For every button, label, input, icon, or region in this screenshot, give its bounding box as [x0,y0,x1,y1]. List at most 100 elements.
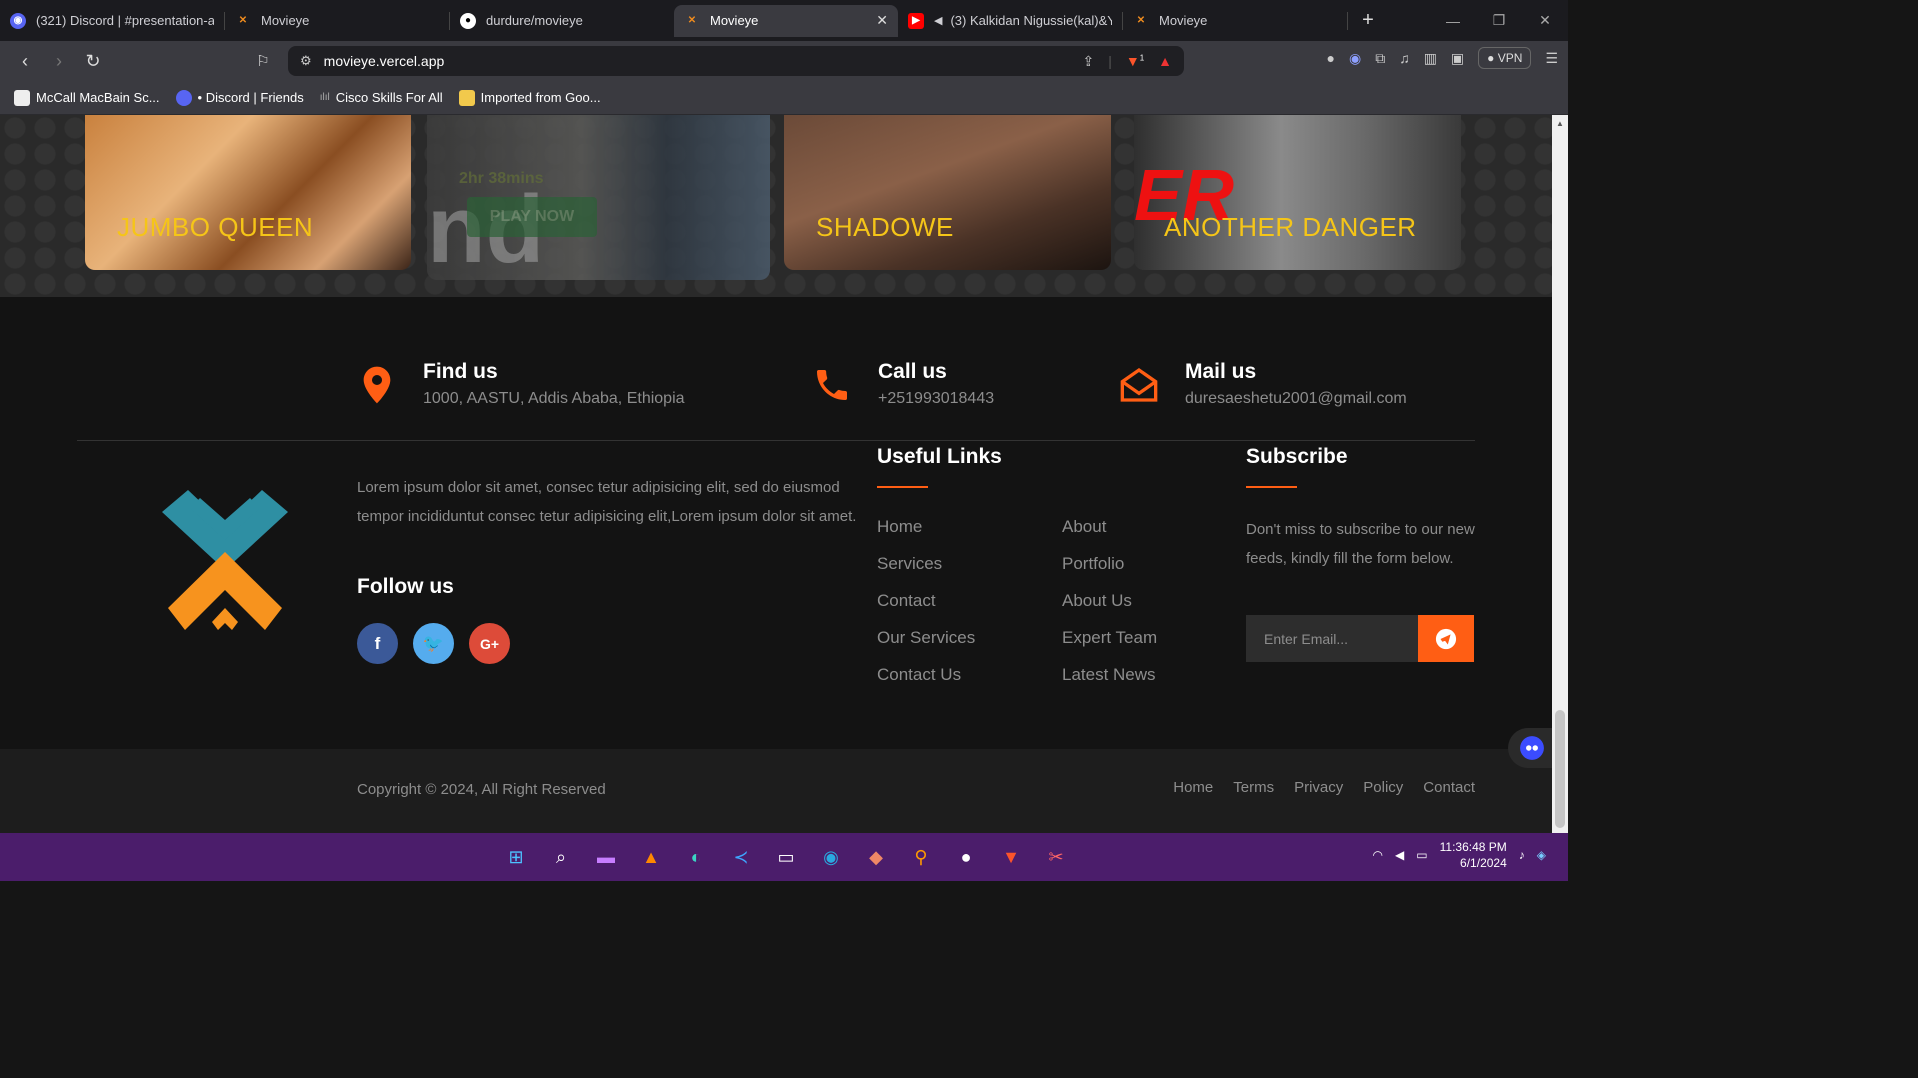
tab-youtube[interactable]: ▶ ◀ (3) Kalkidan Nigussie(kal)&Yo [898,5,1122,37]
link-about-us[interactable]: About Us [1062,591,1132,611]
music-icon[interactable]: ♫ [1399,50,1410,66]
window-controls: — ❐ ✕ [1430,0,1568,41]
url-text[interactable]: movieye.vercel.app [324,53,445,69]
menu-icon[interactable]: ☰ [1545,50,1558,67]
movieye-logo[interactable] [150,490,300,640]
bookmark-label: McCall MacBain Sc... [36,90,160,105]
bookmark-folder-imported[interactable]: Imported from Goo... [458,89,601,106]
link-portfolio[interactable]: Portfolio [1062,554,1124,574]
windows-taskbar: ⊞ ⌕ ▬ ▲ ◐ ≺ ▭ ◉ ◆ ⚲ ● ▼ ✂ ◠ ◀ ▭ 11:36:48… [0,833,1568,881]
restore-icon[interactable]: ❐ [1476,0,1522,41]
link-about[interactable]: About [1062,517,1106,537]
footer-link-privacy[interactable]: Privacy [1294,779,1343,796]
puzzle-icon[interactable]: ⧉ [1375,50,1385,67]
github-desktop-icon[interactable]: ● [950,841,982,873]
copyright-band: Copyright © 2024, All Right Reserved Hom… [0,749,1552,833]
vpn-button[interactable]: ● VPN [1478,47,1532,69]
snipping-tool-icon[interactable]: ✂ [1040,841,1072,873]
play-now-button[interactable]: PLAY NOW [467,197,597,237]
brave-browser-icon[interactable]: ▼ [995,841,1027,873]
wallet-icon[interactable]: ▣ [1451,50,1464,67]
chatbot-widget[interactable] [1508,728,1552,768]
movie-card[interactable]: JUMBO QUEEN [85,115,411,270]
tab-movieye-3[interactable]: ✕ Movieye [1123,5,1347,37]
new-tab-button[interactable]: + [1348,9,1388,32]
url-actions: ⇪ | ▼1 ▲ [1082,53,1172,70]
copilot-icon[interactable]: ◈ [1537,848,1546,862]
phone-icon [817,370,847,400]
notification-bell-icon[interactable]: ♪ [1519,848,1525,862]
brave-rewards-icon[interactable]: ▲ [1158,53,1172,69]
back-button[interactable]: ‹ [8,44,42,78]
close-window-icon[interactable]: ✕ [1522,0,1568,41]
sidebar-icon[interactable]: ▥ [1424,50,1437,67]
site-info-icon[interactable]: ⚙ [300,53,312,69]
tab-movieye-1[interactable]: ✕ Movieye [225,5,449,37]
vlc-icon[interactable]: ▲ [635,841,667,873]
file-explorer-icon[interactable]: ▬ [590,841,622,873]
youtube-icon: ▶ [908,12,924,29]
edge-icon[interactable]: ◐ [680,841,712,873]
tab-discord[interactable]: ◉ (321) Discord | #presentation-an [0,5,224,37]
footer-link-terms[interactable]: Terms [1233,779,1274,796]
facebook-button[interactable]: f [357,623,398,664]
clock[interactable]: 11:36:48 PM 6/1/2024 [1440,839,1507,871]
twitter-button[interactable]: 🐦 [413,623,454,664]
magnifier-app-icon[interactable]: ⚲ [905,841,937,873]
reload-button[interactable]: ↻ [76,44,110,78]
movie-card-hover[interactable]: nd 2hr 38mins PLAY NOW [427,115,770,280]
brave-shield-icon[interactable]: ▼1 [1126,53,1144,69]
copyright-text: Copyright © 2024, All Right Reserved [357,781,606,798]
movie-card[interactable]: SHADOWE [784,115,1111,270]
link-expert-team[interactable]: Expert Team [1062,628,1157,648]
contact-detail: +251993018443 [878,390,995,407]
bookmark-mccall[interactable]: McCall MacBain Sc... [14,89,160,106]
footer-link-contact[interactable]: Contact [1423,779,1475,796]
movie-card[interactable]: ER ANOTHER DANGER [1134,115,1461,270]
discord-icon [175,89,192,106]
url-bar[interactable]: ⚙ movieye.vercel.app ⇪ | ▼1 ▲ [288,46,1184,76]
bookmark-icon[interactable]: ⚐ [246,44,280,78]
title-underline [877,486,928,488]
link-home[interactable]: Home [877,517,922,537]
about-text: Lorem ipsum dolor sit amet, consec tetur… [357,479,857,525]
footer-link-policy[interactable]: Policy [1363,779,1403,796]
windows-start-icon[interactable]: ⊞ [500,841,532,873]
link-latest-news[interactable]: Latest News [1062,665,1156,685]
bookmark-discord[interactable]: • Discord | Friends [175,89,304,106]
speaker-icon[interactable]: ◀ [934,14,942,27]
tab-github[interactable]: ● durdure/movieye [450,5,674,37]
contact-heading: Mail us [1185,360,1257,383]
tab-movieye-active[interactable]: ✕ Movieye ✕ [674,4,898,37]
footer-link-home[interactable]: Home [1173,779,1213,796]
google-plus-button[interactable]: G+ [469,623,510,664]
movieye-favicon-icon: ✕ [238,15,248,26]
battery-icon[interactable]: ▭ [1416,848,1427,862]
subscribe-button[interactable] [1418,615,1474,662]
close-tab-icon[interactable]: ✕ [876,12,888,29]
scroll-up-arrow-icon[interactable]: ▲ [1556,119,1564,128]
bookmarks-bar: McCall MacBain Sc... • Discord | Friends… [0,81,1568,115]
scrollbar-thumb[interactable] [1555,710,1565,828]
link-services[interactable]: Services [877,554,942,574]
git-app-icon[interactable]: ◆ [860,841,892,873]
forward-button[interactable]: › [42,44,76,78]
vscode-icon[interactable]: ≺ [725,841,757,873]
email-input[interactable] [1246,615,1418,662]
movie-title: SHADOWE [816,212,954,242]
chatbot-extension-icon[interactable]: ◉ [1349,50,1361,67]
link-our-services[interactable]: Our Services [877,628,975,648]
link-contact[interactable]: Contact [877,591,936,611]
page-scrollbar[interactable]: ▲ [1552,115,1568,833]
extension-icon[interactable]: ● [1327,50,1335,66]
bookmark-cisco[interactable]: ılıl Cisco Skills For All [320,90,443,105]
telegram-icon[interactable]: ◉ [815,841,847,873]
terminal-icon[interactable]: ▭ [770,841,802,873]
link-contact-us[interactable]: Contact Us [877,665,961,685]
minimize-icon[interactable]: — [1430,0,1476,41]
movie-duration: 2hr 38mins [459,170,544,187]
volume-icon[interactable]: ◀ [1395,848,1404,862]
wifi-icon[interactable]: ◠ [1373,848,1383,862]
share-icon[interactable]: ⇪ [1082,53,1094,70]
search-icon[interactable]: ⌕ [545,841,577,873]
